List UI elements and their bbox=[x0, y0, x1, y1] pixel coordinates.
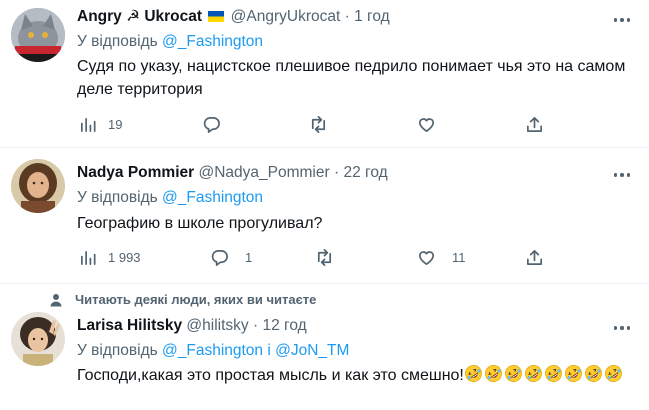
heart-icon bbox=[418, 250, 435, 265]
views-count: 19 bbox=[108, 116, 123, 132]
tweet-3[interactable]: Larisa Hilitsky @hilitsky · 12 год У від… bbox=[0, 284, 649, 410]
share-icon bbox=[526, 249, 543, 265]
person-avatar-image bbox=[11, 312, 65, 366]
author-name[interactable]: Larisa Hilitsky bbox=[77, 317, 182, 334]
retweet-icon bbox=[317, 248, 332, 266]
author-name[interactable]: Angry ☭ Ukrocat bbox=[77, 8, 231, 25]
heart-icon bbox=[418, 117, 435, 132]
reply-context: У відповідь @_Fashington і @JoN_TM bbox=[77, 342, 350, 359]
tweet-actions: 19 bbox=[77, 113, 577, 135]
retweet-button[interactable] bbox=[315, 246, 334, 268]
tweet-timestamp[interactable]: 12 год bbox=[262, 317, 306, 334]
author-handle[interactable]: @Nadya_Pommier bbox=[198, 164, 329, 181]
person-avatar-image bbox=[11, 159, 65, 213]
rolling-laughing-emoji-icon bbox=[564, 365, 582, 382]
like-button[interactable]: 11 bbox=[417, 246, 466, 268]
analytics-icon bbox=[80, 117, 96, 132]
tweet-timestamp[interactable]: 22 год bbox=[343, 164, 387, 181]
author-name[interactable]: Nadya Pommier bbox=[77, 164, 194, 181]
share-icon bbox=[526, 116, 543, 132]
reply-mention-link[interactable]: @_Fashington bbox=[162, 33, 263, 50]
author-handle[interactable]: @AngryUkrocat bbox=[231, 8, 341, 25]
analytics-icon bbox=[80, 250, 96, 265]
tweet-2[interactable]: Nadya Pommier @Nadya_Pommier · 22 год У … bbox=[0, 148, 649, 283]
reply-context: У відповідь @_Fashington bbox=[77, 33, 264, 50]
separator-dot: · bbox=[333, 164, 340, 181]
ukraine-flag-icon bbox=[208, 11, 225, 22]
tweet-text: Географию в школе прогуливал? bbox=[77, 215, 323, 232]
reply-and-word: і bbox=[267, 342, 271, 359]
tweet-header: Nadya Pommier @Nadya_Pommier · 22 год bbox=[77, 163, 388, 183]
reply-context: У відповідь @_Fashington bbox=[77, 189, 264, 206]
rolling-laughing-emoji-icon bbox=[504, 365, 522, 382]
views-button[interactable]: 1 993 bbox=[79, 246, 141, 268]
rolling-laughing-emoji-icon bbox=[604, 365, 622, 382]
avatar-angry-ukrocat[interactable] bbox=[11, 8, 65, 62]
emoji-group bbox=[464, 365, 624, 384]
like-button[interactable] bbox=[417, 113, 436, 135]
rolling-laughing-emoji-icon bbox=[464, 365, 482, 382]
views-button[interactable]: 19 bbox=[79, 113, 122, 135]
tweet-text: Судя по указу, нацистское плешивое педри… bbox=[77, 58, 626, 98]
hammer-sickle-symbol: ☭ bbox=[126, 8, 141, 25]
tweet-header: Angry ☭ Ukrocat @AngryUkrocat · 1 год bbox=[77, 7, 390, 27]
like-count: 11 bbox=[452, 249, 466, 265]
separator-dot: · bbox=[344, 8, 350, 25]
more-options-icon[interactable] bbox=[611, 9, 633, 31]
retweet-button[interactable] bbox=[309, 113, 328, 135]
reply-button[interactable]: 1 bbox=[210, 246, 252, 268]
tweet-timestamp[interactable]: 1 год bbox=[354, 8, 390, 25]
author-handle[interactable]: @hilitsky bbox=[186, 317, 248, 334]
reply-button[interactable] bbox=[202, 113, 221, 135]
rolling-laughing-emoji-icon bbox=[584, 365, 602, 382]
rolling-laughing-emoji-icon bbox=[524, 365, 542, 382]
tweet-header: Larisa Hilitsky @hilitsky · 12 год bbox=[77, 316, 307, 336]
reply-mention-link-2[interactable]: @JoN_TM bbox=[275, 342, 349, 359]
retweet-icon bbox=[311, 115, 326, 133]
rolling-laughing-emoji-icon bbox=[484, 365, 502, 382]
views-count: 1 993 bbox=[108, 249, 141, 265]
more-options-icon[interactable] bbox=[611, 164, 633, 186]
share-button[interactable] bbox=[525, 113, 544, 135]
reply-mention-link[interactable]: @_Fashington bbox=[162, 342, 263, 359]
reply-icon bbox=[211, 249, 228, 266]
tweet-1[interactable]: Angry ☭ Ukrocat @AngryUkrocat · 1 год У … bbox=[0, 0, 649, 147]
more-options-icon[interactable] bbox=[611, 317, 633, 339]
tweet-text: Господи,какая это простая мысль и как эт… bbox=[77, 364, 627, 387]
cat-avatar-image bbox=[11, 8, 65, 62]
share-button[interactable] bbox=[525, 246, 544, 268]
reply-icon bbox=[203, 116, 220, 133]
tweet-actions: 1 993 1 11 bbox=[77, 246, 577, 268]
rolling-laughing-emoji-icon bbox=[544, 365, 562, 382]
reply-mention-link[interactable]: @_Fashington bbox=[162, 189, 263, 206]
separator-dot: · bbox=[252, 317, 259, 334]
avatar-nadya-pommier[interactable] bbox=[11, 159, 65, 213]
avatar-larisa-hilitsky[interactable] bbox=[11, 312, 65, 366]
reply-count: 1 bbox=[245, 249, 253, 265]
